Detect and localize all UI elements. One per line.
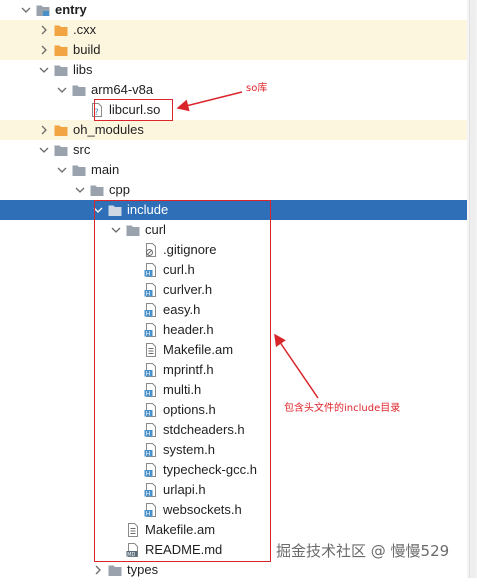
annotation-arrows (176, 91, 319, 399)
so-arrow (176, 91, 243, 112)
watermark: 掘金技术社区 @ 慢慢529 (276, 542, 450, 560)
include-arrow (274, 333, 319, 399)
